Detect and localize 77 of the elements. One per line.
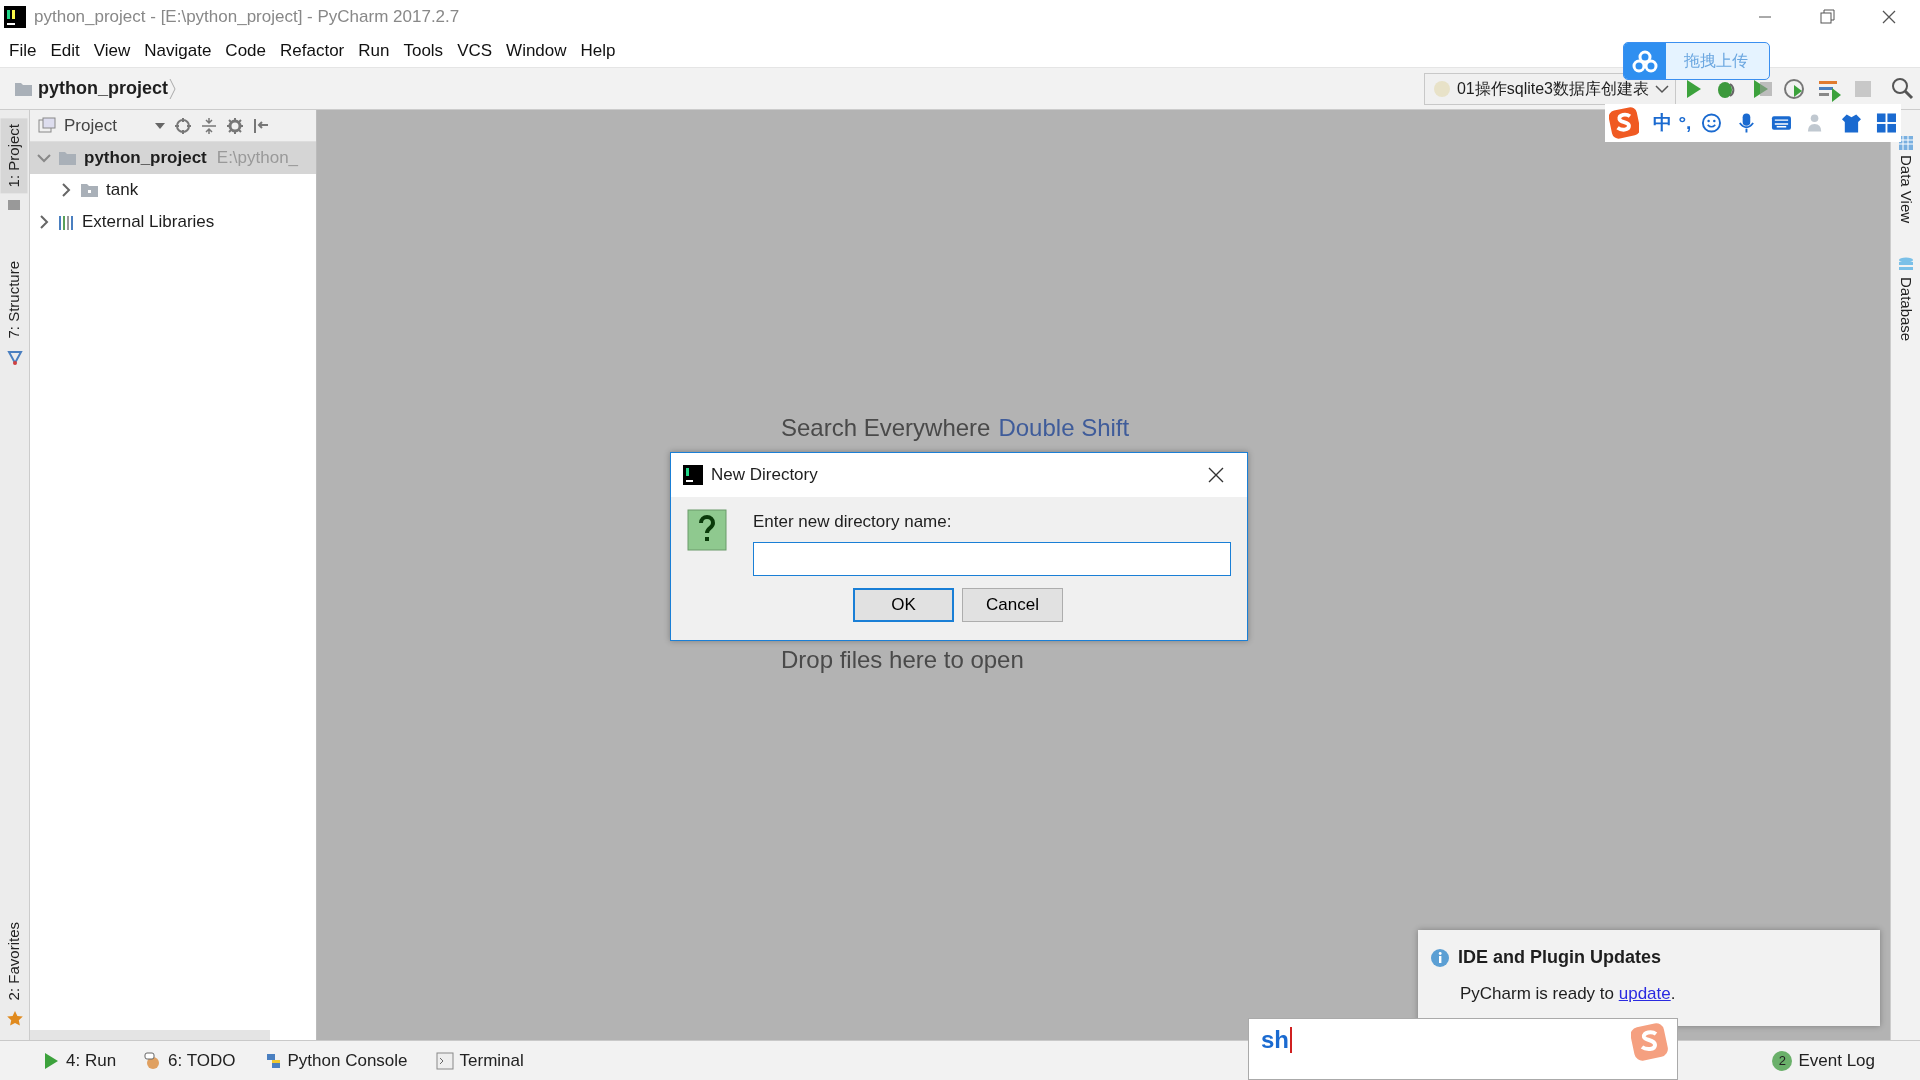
grid-icon[interactable] [1876,112,1897,134]
terminal-icon [435,1051,454,1070]
run-configuration-name: 01操作sqlite3数据库创建表 [1456,78,1649,99]
shortcut-text: Double Shift [998,413,1130,443]
tree-item[interactable]: tank [30,174,316,206]
item-label: External Libraries [82,211,215,234]
tool-window-tab[interactable]: Data View [1892,151,1919,228]
star-icon [5,1010,24,1028]
menu-item[interactable]: Tools [396,37,451,64]
project-view-icon [38,116,56,135]
hide-icon[interactable] [252,116,270,135]
prompt-label: Enter new directory name: [753,511,953,533]
menu-item[interactable]: Refactor [273,37,352,64]
cancel-button[interactable]: Cancel [962,587,1063,622]
run-icon [42,1051,60,1070]
ime-mode-toggle[interactable]: 中 [1653,108,1673,138]
dialog-title: New Directory [711,464,818,487]
hint-text: Drop files here to open [781,645,1024,675]
hint-text: Search Everywhere [781,413,991,443]
horizontal-scrollbar[interactable] [30,1030,270,1040]
shirt-icon[interactable] [1841,112,1863,134]
menu-item[interactable]: View [86,37,138,64]
caret-icon[interactable] [154,120,166,131]
caret-icon [1655,82,1669,95]
tool-window-button[interactable]: Terminal [435,1047,524,1074]
folder-icon [80,181,100,199]
menu-item[interactable]: Navigate [137,37,219,64]
ok-button[interactable]: OK [853,587,954,622]
upload-label: 拖拽上传 [1684,51,1748,71]
menu-item[interactable]: VCS [450,37,500,64]
tool-window-tab[interactable]: 1: Project [1,118,28,194]
locate-icon[interactable] [174,116,192,135]
menu-item[interactable]: Window [499,37,574,64]
window-title: python_project - [E:\python_project] - PyCharm 2017.2.7 [34,6,460,29]
tree-item[interactable]: python_project E:\python_ [30,142,316,174]
update-link[interactable]: update [1618,984,1671,1003]
tool-window-tab[interactable]: 2: Favorites [1,915,28,1006]
tool-window-tab[interactable]: 7: Structure [1,255,28,345]
ime-input-text: sh [1261,1027,1292,1054]
search-icon[interactable] [1891,76,1915,101]
item-path: E:\python_ [216,147,299,170]
folder-icon [58,149,78,167]
smiley-icon[interactable] [1701,112,1723,134]
event-count-badge: 2 [1772,1050,1793,1071]
close-icon[interactable] [1207,466,1225,484]
notification-title: IDE and Plugin Updates [1458,946,1662,969]
tool-window-button[interactable]: 4: Run [42,1047,117,1074]
structure-icon [5,348,24,367]
menu-item[interactable]: File [2,37,44,64]
collapse-icon[interactable] [200,116,218,135]
library-icon [58,213,76,231]
notification-message: PyCharm is ready to update. [1460,983,1676,1005]
restore-icon[interactable] [1819,9,1835,25]
menu-item[interactable]: Help [573,37,623,64]
punctuation-toggle[interactable]: °, [1678,108,1692,138]
tool-window-button[interactable]: Python Console [263,1047,408,1074]
menu-item[interactable]: Code [218,37,273,64]
tree-item[interactable]: External Libraries [30,206,316,238]
cloud-icon [1632,49,1658,73]
chevron-icon [168,77,177,100]
event-log-button[interactable]: 2 Event Log [1772,1047,1875,1074]
item-label: tank [106,179,139,202]
close-icon[interactable] [1881,9,1897,25]
tool-window-button[interactable]: 6: TODO [144,1047,236,1074]
sogou-logo-icon [1631,1023,1669,1063]
pycharm-logo-icon [683,465,703,485]
info-icon [1430,947,1450,968]
settings-icon[interactable] [226,116,244,135]
tool-window-tab[interactable]: Database [1892,273,1919,346]
menu-item[interactable]: Edit [43,37,87,64]
run-configuration-dropdown[interactable]: 01操作sqlite3数据库创建表 [1423,72,1676,105]
breadcrumb-item[interactable]: python_project [38,75,168,102]
pycharm-logo-icon [4,6,26,28]
menu-item[interactable]: Run [351,37,397,64]
input-field[interactable] [753,541,1231,576]
question-icon [687,509,729,553]
item-label: python_project [84,147,207,170]
